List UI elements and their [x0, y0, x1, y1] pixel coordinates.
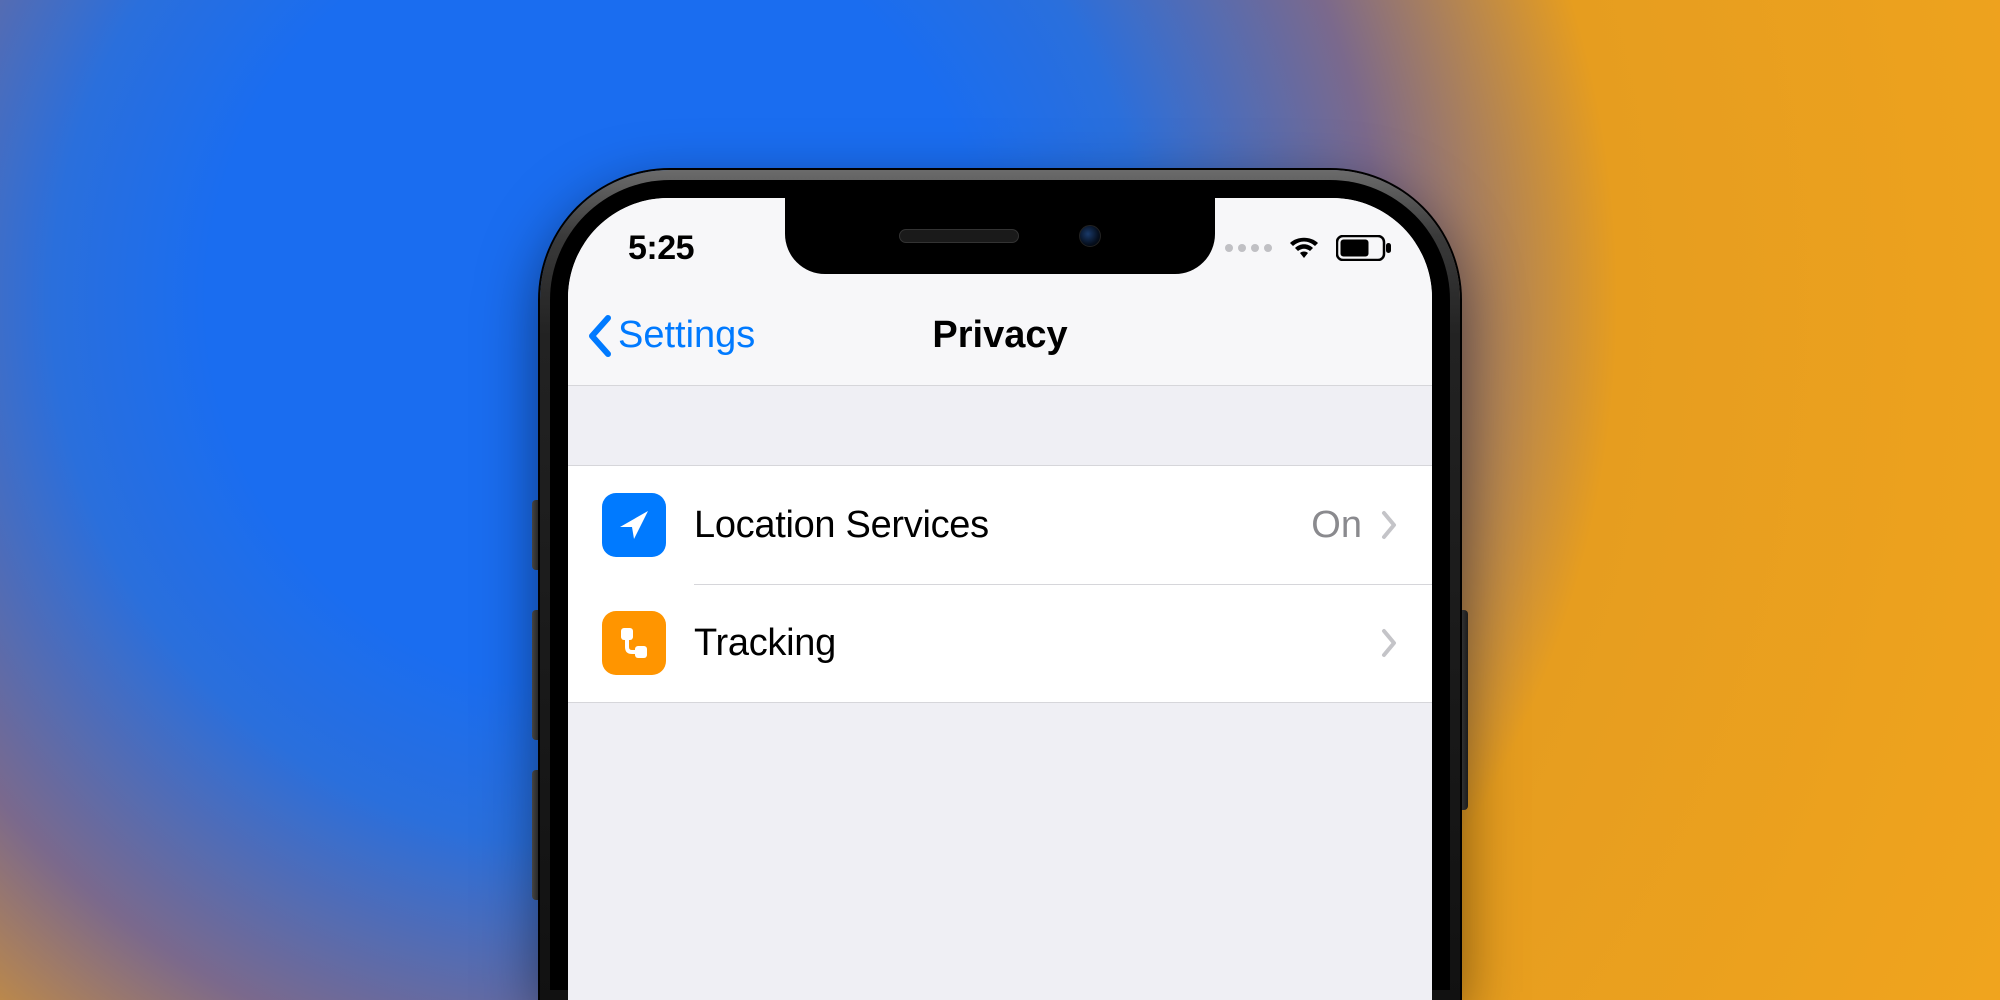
speaker-grille [899, 229, 1019, 243]
chevron-left-icon [586, 314, 614, 358]
section-spacer [568, 386, 1432, 466]
back-label: Settings [618, 314, 755, 357]
nav-bar: Settings Privacy [568, 286, 1432, 386]
row-tracking[interactable]: Tracking [568, 584, 1432, 702]
battery-icon [1336, 235, 1392, 261]
status-time: 5:25 [628, 229, 694, 268]
back-button[interactable]: Settings [568, 314, 755, 358]
row-label: Tracking [694, 622, 1362, 665]
phone-frame: 5:25 [540, 170, 1460, 1000]
settings-list: Location Services On [568, 466, 1432, 703]
location-arrow-icon [602, 493, 666, 557]
tracking-icon [602, 611, 666, 675]
row-location-services[interactable]: Location Services On [568, 466, 1432, 584]
section-spacer [568, 703, 1432, 783]
page-title: Privacy [932, 314, 1067, 357]
settings-content: Location Services On [568, 386, 1432, 1000]
wifi-icon [1286, 234, 1322, 262]
signal-dots-icon [1225, 244, 1272, 252]
row-label: Location Services [694, 504, 1311, 547]
front-camera [1079, 225, 1101, 247]
row-value: On [1311, 504, 1362, 547]
screen: 5:25 [568, 198, 1432, 1000]
chevron-right-icon [1380, 628, 1398, 658]
status-right-cluster [1225, 234, 1392, 262]
phone-mock: 5:25 [540, 170, 1460, 1000]
notch [785, 198, 1215, 274]
chevron-right-icon [1380, 510, 1398, 540]
